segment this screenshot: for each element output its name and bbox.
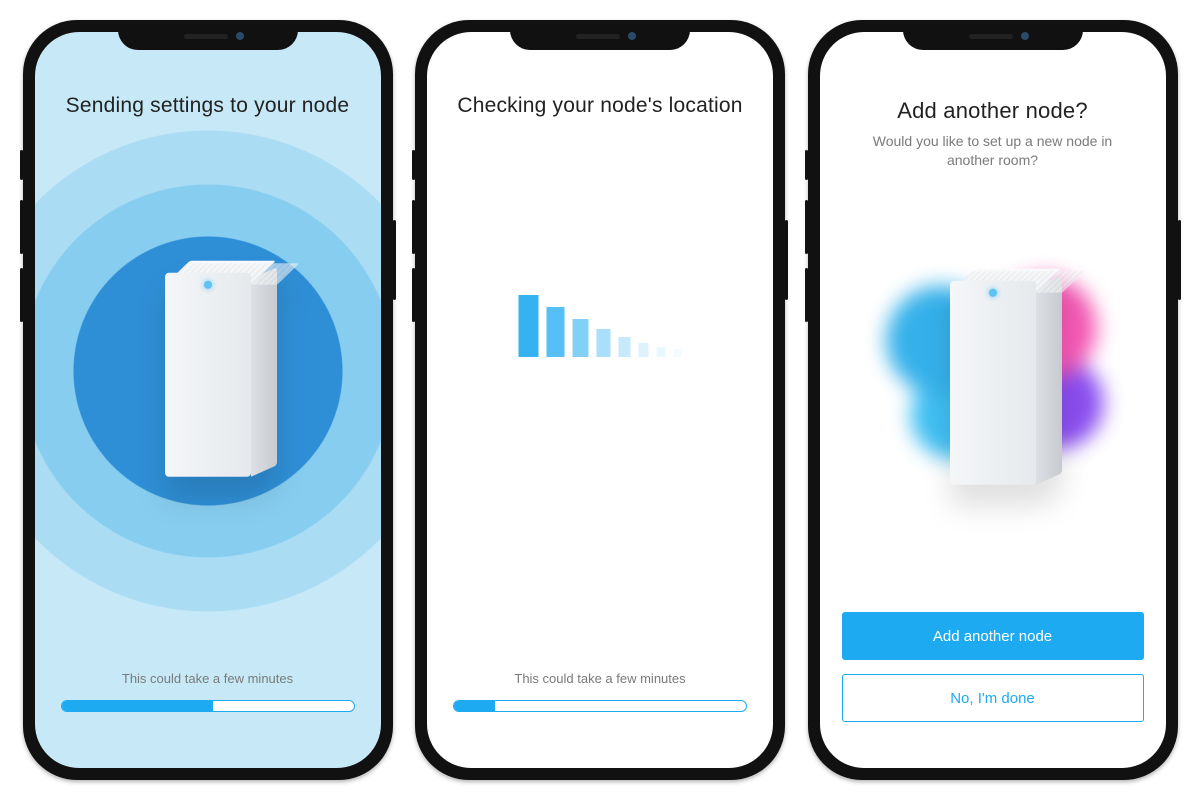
screen-checking: Checking your node's location This could… [427,32,773,768]
sending-title: Sending settings to your node [66,94,350,118]
sending-progress-fill [62,701,214,711]
add-another-node-button[interactable]: Add another node [842,612,1144,660]
add-title: Add another node? [897,98,1088,124]
node-device-icon [950,280,1036,484]
phone-checking: Checking your node's location This could… [415,20,785,780]
add-subtitle: Would you like to set up a new node in a… [850,132,1136,170]
checking-hint: This could take a few minutes [514,671,685,686]
screen-sending: Sending settings to your node This could… [35,32,381,768]
sending-hint: This could take a few minutes [122,671,293,686]
screen-add: Add another node? Would you like to set … [820,32,1166,768]
sending-progress [61,700,355,712]
no-im-done-button[interactable]: No, I'm done [842,674,1144,722]
checking-progress-fill [454,701,495,711]
node-device-icon [165,273,251,477]
checking-progress [453,700,747,712]
phone-sending: Sending settings to your node This could… [23,20,393,780]
signal-bars-icon [519,295,682,357]
checking-title: Checking your node's location [457,94,742,118]
phone-add: Add another node? Would you like to set … [808,20,1178,780]
